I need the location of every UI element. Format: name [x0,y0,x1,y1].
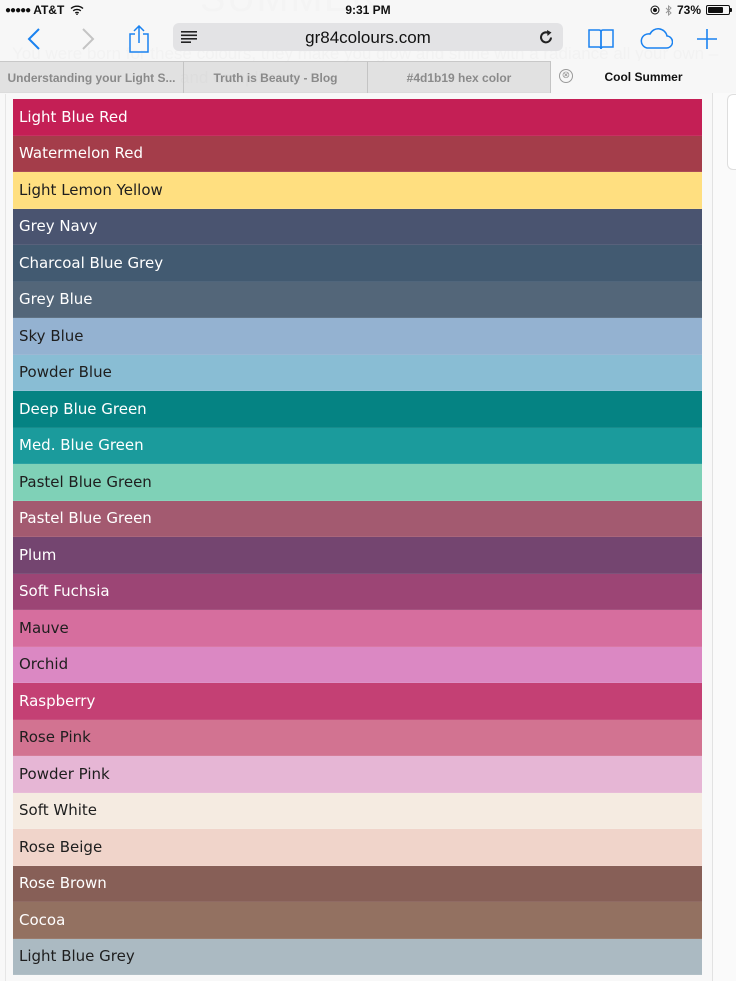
new-tab-button[interactable] [695,22,719,56]
color-swatch-row: Light Blue Grey [13,938,702,975]
color-swatch-label: Mauve [19,618,69,637]
color-swatch-row: Light Lemon Yellow [13,172,702,209]
page-edge-divider [5,94,6,981]
color-swatch-row: Mauve [13,610,702,647]
color-swatch-row: Pastel Blue Green [13,464,702,501]
chevron-left-icon [27,28,40,50]
forward-button[interactable] [76,22,100,56]
color-swatch-row: Light Blue Red [13,99,702,136]
status-bar: ●●●●● AT&T 9:31 PM 73% [0,0,736,20]
color-swatch-label: Sky Blue [19,326,84,345]
color-swatch-label: Deep Blue Green [19,399,147,418]
color-swatch-row: Grey Blue [13,281,702,318]
tab-cool-summer[interactable]: ⊗ Cool Summer [551,61,736,93]
color-swatch-row: Raspberry [13,683,702,720]
color-swatch-row: Powder Blue [13,354,702,391]
color-swatch-row: Sky Blue [13,318,702,355]
color-swatch-row: Rose Brown [13,865,702,902]
tab-label: Truth is Beauty - Blog [213,70,338,85]
chevron-right-icon [82,28,95,50]
book-icon [588,29,614,50]
battery-percent: 73% [676,3,701,17]
bluetooth-icon [665,4,672,16]
tab-hex-color[interactable]: #4d1b19 hex color [368,61,551,93]
orientation-lock-icon [650,5,660,15]
tab-label: Understanding your Light S... [7,70,176,85]
color-swatch-row: Soft White [13,792,702,829]
status-right: 73% [650,3,732,17]
web-page-content: Light Blue Red Watermelon Red Light Lemon … [0,90,736,981]
color-swatch-row: Rose Beige [13,829,702,866]
icloud-tabs-button[interactable] [638,22,674,56]
color-swatch-label: Rose Beige [19,837,103,856]
page-right-column [712,90,736,981]
color-swatch-label: Powder Blue [19,363,112,382]
color-swatch-label: Light Blue Red [19,107,128,126]
color-swatch-label: Rose Pink [19,728,91,747]
color-swatch-row: Rose Pink [13,719,702,756]
color-swatch-label: Powder Pink [19,764,110,783]
color-swatch-row: Pastel Blue Green [13,500,702,537]
color-swatch-label: Light Lemon Yellow [19,180,163,199]
battery-icon [706,5,732,15]
color-swatch-row: Cocoa [13,902,702,939]
color-swatch-label: Plum [19,545,57,564]
reload-icon[interactable] [538,29,554,45]
color-swatch-label: Light Blue Grey [19,947,135,966]
bookmarks-button[interactable] [587,22,615,56]
color-swatch-row: Deep Blue Green [13,391,702,428]
color-swatch-label: Med. Blue Green [19,436,144,455]
share-icon [129,25,149,53]
color-swatch-row: Charcoal Blue Grey [13,245,702,282]
color-swatch-label: Rose Brown [19,874,107,893]
url-text: gr84colours.com [305,28,431,47]
color-swatch-label: Watermelon Red [19,144,144,163]
cloud-icon [640,28,673,49]
color-swatch-row: Med. Blue Green [13,427,702,464]
share-button[interactable] [126,22,152,56]
color-swatch-label: Grey Navy [19,217,98,236]
browser-toolbar: gr84colours.com [0,20,736,60]
close-tab-icon[interactable]: ⊗ [559,69,573,83]
color-swatch-row: Watermelon Red [13,135,702,172]
color-swatch-row: Orchid [13,646,702,683]
color-swatch-list: Light Blue Red Watermelon Red Light Lemon … [13,99,702,975]
tab-bar: Understanding your Light S... Truth is B… [0,61,736,93]
tab-label: #4d1b19 hex color [406,70,512,85]
sidebar-widget-edge [727,94,736,170]
color-swatch-label: Soft White [19,801,97,820]
tab-understanding-light[interactable]: Understanding your Light S... [0,61,184,93]
color-swatch-row: Powder Pink [13,756,702,793]
color-swatch-row: Soft Fuchsia [13,573,702,610]
address-bar[interactable]: gr84colours.com [173,23,563,51]
back-button[interactable] [22,22,46,56]
color-swatch-label: Raspberry [19,691,96,710]
color-swatch-label: Pastel Blue Green [19,472,152,491]
color-swatch-label: Cocoa [19,910,66,929]
plus-icon [697,29,717,49]
tab-truth-is-beauty[interactable]: Truth is Beauty - Blog [184,61,368,93]
status-time: 9:31 PM [345,3,391,17]
color-swatch-label: Pastel Blue Green [19,509,152,528]
color-swatch-label: Charcoal Blue Grey [19,253,164,272]
color-swatch-row: Grey Navy [13,208,702,245]
battery-level-fill [708,7,723,13]
color-swatch-row: Plum [13,537,702,574]
color-swatch-label: Grey Blue [19,290,93,309]
tab-label: Cool Summer [604,70,683,84]
color-swatch-label: Soft Fuchsia [19,582,110,601]
color-swatch-label: Orchid [19,655,69,674]
